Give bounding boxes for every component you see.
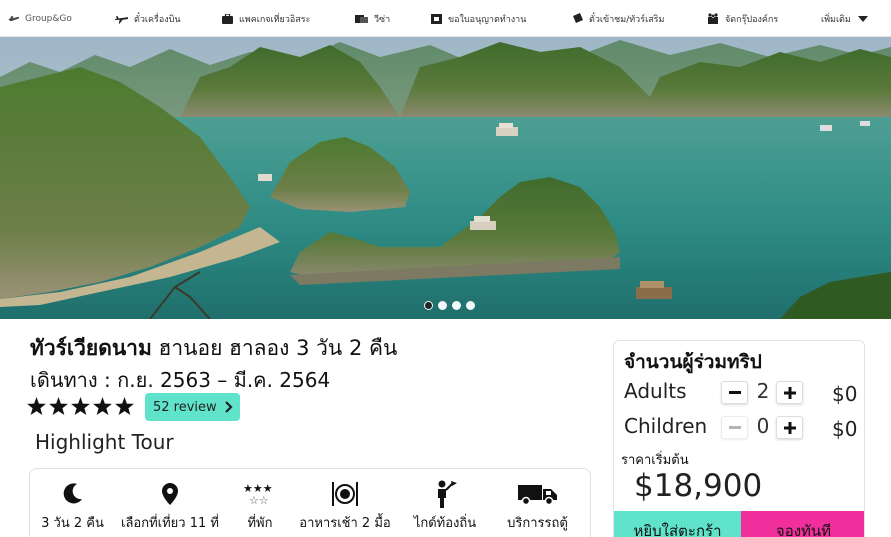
adults-decrement-button[interactable] [721, 381, 748, 404]
top-nav: Group&Go ตั๋วเครื่องบิน แพคเกจเที่ยวอิสร… [0, 0, 891, 37]
hero-image [0, 37, 891, 319]
location-pin-icon [162, 483, 178, 505]
add-to-cart-button[interactable]: หยิบใส่ตะกร้า [614, 511, 741, 537]
star-icon [115, 397, 134, 415]
nav-item-visa[interactable]: วีซ่า [355, 0, 390, 37]
plane-icon [115, 15, 128, 24]
children-quantity: 0 [756, 414, 770, 438]
feature-places: เลือกที่เที่ยว 11 ที่ [115, 479, 225, 533]
carousel-dot[interactable] [452, 301, 461, 310]
nav-item-packages[interactable]: แพคเกจเที่ยวอิสระ [222, 0, 310, 37]
adults-quantity: 2 [756, 379, 770, 403]
visa-icon [355, 14, 368, 23]
ticket-icon [573, 13, 583, 23]
group-icon [708, 13, 718, 24]
review-count-button[interactable]: 52 review [145, 393, 240, 421]
carousel-dot[interactable] [466, 301, 475, 310]
carousel-dot[interactable] [424, 301, 433, 310]
nav-more-dropdown[interactable]: เพิ่มเติม [821, 0, 868, 37]
feature-van: บริการรถตู้ [495, 479, 580, 533]
minus-icon [728, 390, 741, 394]
children-decrement-button[interactable] [721, 416, 748, 439]
start-price-value: $18,900 [634, 468, 763, 504]
feature-hotel: ★★★ ☆☆ ที่พัก [235, 479, 285, 533]
plane-small-icon [8, 15, 19, 22]
book-now-button[interactable]: จองทันที [741, 511, 864, 537]
adults-price: $0 [832, 382, 858, 406]
children-label: Children [624, 414, 708, 438]
nav-label: ตั๋วเข้าชม/ทัวร์เสริม [589, 14, 665, 25]
booking-title: จำนวนผู้ร่วมทริป [624, 351, 762, 373]
guide-icon [438, 480, 457, 508]
star-icon [93, 397, 112, 415]
feature-label: อาหารเช้า 2 มื้อ [299, 516, 391, 531]
star-icon [27, 397, 46, 415]
feature-label: บริการรถตู้ [507, 516, 568, 531]
rating-stars [27, 397, 134, 415]
feature-label: ไกด์ท้องถิ่น [413, 516, 477, 531]
nav-item-tickets[interactable]: ตั๋วเข้าชม/ทัวร์เสริม [572, 0, 664, 37]
meal-icon [332, 482, 358, 506]
booking-card: จำนวนผู้ร่วมทริป Adults 2 $0 Children 0 … [613, 340, 865, 537]
nav-label: ขอใบอนุญาตทำงาน [448, 14, 527, 25]
brand-label: Group&Go [25, 13, 72, 24]
svg-text:☆☆: ☆☆ [249, 494, 269, 506]
tour-title-rest: ฮานอย ฮาลอง 3 วัน 2 คืน [151, 336, 398, 360]
feature-breakfast: อาหารเช้า 2 มื้อ [295, 479, 395, 533]
tour-title-bold: ทัวร์เวียดนาม [30, 336, 152, 360]
features-card: 3 วัน 2 คืน เลือกที่เที่ยว 11 ที่ ★★★ ☆☆ … [29, 468, 591, 537]
plus-icon [783, 421, 796, 434]
nav-brand[interactable]: Group&Go [8, 0, 72, 37]
work-permit-icon [431, 14, 442, 24]
children-increment-button[interactable] [776, 416, 803, 439]
children-price: $0 [832, 417, 858, 441]
van-icon [517, 485, 557, 505]
moon-icon [63, 483, 82, 504]
carousel-dots [424, 301, 475, 310]
adults-increment-button[interactable] [776, 381, 803, 404]
star-icon [71, 397, 90, 415]
nav-item-flights[interactable]: ตั๋วเครื่องบิน [115, 0, 181, 37]
minus-icon [728, 425, 741, 429]
tour-title: ทัวร์เวียดนาม ฮานอย ฮาลอง 3 วัน 2 คืน [30, 332, 397, 365]
suitcase-icon [222, 13, 233, 24]
star-icon [49, 397, 68, 415]
tour-dates: เดินทาง : ก.ย. 2563 – มี.ค. 2564 [30, 368, 331, 392]
hero-banner[interactable] [0, 37, 891, 319]
nav-item-work-permit[interactable]: ขอใบอนุญาตทำงาน [431, 0, 526, 37]
feature-duration: 3 วัน 2 คืน [40, 479, 105, 533]
caret-down-icon [857, 15, 868, 22]
plus-icon [783, 386, 796, 399]
nav-label: วีซ่า [374, 14, 391, 25]
hotel-stars-icon: ★★★☆☆ [243, 482, 273, 506]
review-label: 52 review [153, 399, 217, 415]
chevron-right-icon [224, 401, 233, 413]
feature-label: ที่พัก [247, 516, 273, 531]
nav-label: ตั๋วเครื่องบิน [134, 14, 181, 25]
carousel-dot[interactable] [438, 301, 447, 310]
adults-label: Adults [624, 379, 687, 403]
nav-label: จัดกรุ๊ปองค์กร [725, 14, 779, 25]
start-price-label: ราคาเริ่มต้น [621, 453, 689, 468]
nav-label: แพคเกจเที่ยวอิสระ [239, 14, 311, 25]
nav-more-label: เพิ่มเติม [821, 14, 851, 25]
highlight-heading: Highlight Tour [35, 430, 174, 454]
feature-guide: ไกด์ท้องถิ่น [405, 479, 485, 533]
feature-label: เลือกที่เที่ยว 11 ที่ [121, 516, 219, 531]
feature-label: 3 วัน 2 คืน [41, 516, 104, 531]
nav-item-corporate[interactable]: จัดกรุ๊ปองค์กร [707, 0, 778, 37]
